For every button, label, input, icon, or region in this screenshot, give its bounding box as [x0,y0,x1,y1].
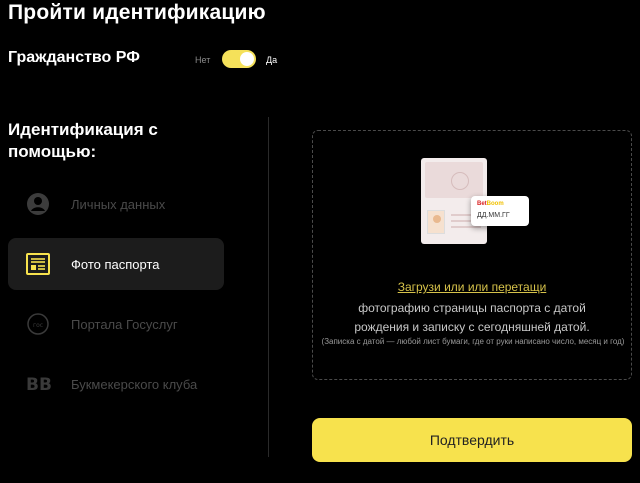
citizenship-toggle[interactable] [222,50,256,68]
upload-instructions: фотографию страницы паспорта с датой рож… [354,301,590,334]
method-item-gosuslugi[interactable]: гос Портала Госуслуг [8,298,224,350]
method-item-passport-photo[interactable]: Фото паспорта [8,238,224,290]
person-icon [26,192,50,216]
gosuslugi-icon: гос [26,312,50,336]
passport-icon [26,252,50,276]
method-label: Фото паспорта [71,257,160,272]
note-brand: BetBoom [477,201,504,207]
passport-seal [451,172,469,190]
toggle-yes-label: Да [266,55,278,65]
passport-photo-image [427,210,445,234]
date-note-card: BetBoom ДД.ММ.ГГ [471,196,529,226]
citizenship-label: Гражданство РФ [8,49,140,66]
citizenship-row: Гражданство РФ Нет Да [8,46,298,72]
bb-logo-icon: BB [26,372,52,396]
method-item-bookmaker-club[interactable]: BB Букмекерского клуба [8,358,224,410]
bb-logo-text: BB [26,375,52,395]
method-label: Букмекерского клуба [71,377,198,392]
confirm-button[interactable]: Подтвердить [312,418,632,462]
note-date: ДД.ММ.ГГ [477,212,510,219]
method-label: Личных данных [71,197,166,212]
method-list: Личных данных Фото паспорта гос Портала … [8,178,224,418]
upload-note: (Записка с датой — любой лист бумаги, гд… [321,337,625,346]
method-item-personal-data[interactable]: Личных данных [8,178,224,230]
divider [268,117,269,457]
toggle-knob [240,52,254,66]
toggle-no-label: Нет [195,55,211,65]
method-label: Портала Госуслуг [71,317,178,332]
passport-upload-dropzone[interactable]: BetBoom ДД.ММ.ГГ Загрузи или или перетащ… [312,130,632,380]
upload-link[interactable]: Загрузи или или перетащи [313,280,631,294]
svg-text:гос: гос [33,322,43,329]
passport-illustration: BetBoom ДД.ММ.ГГ [421,158,531,248]
method-heading: Идентификация с помощью: [8,120,158,161]
page-title: Пройти идентификацию [8,1,266,24]
